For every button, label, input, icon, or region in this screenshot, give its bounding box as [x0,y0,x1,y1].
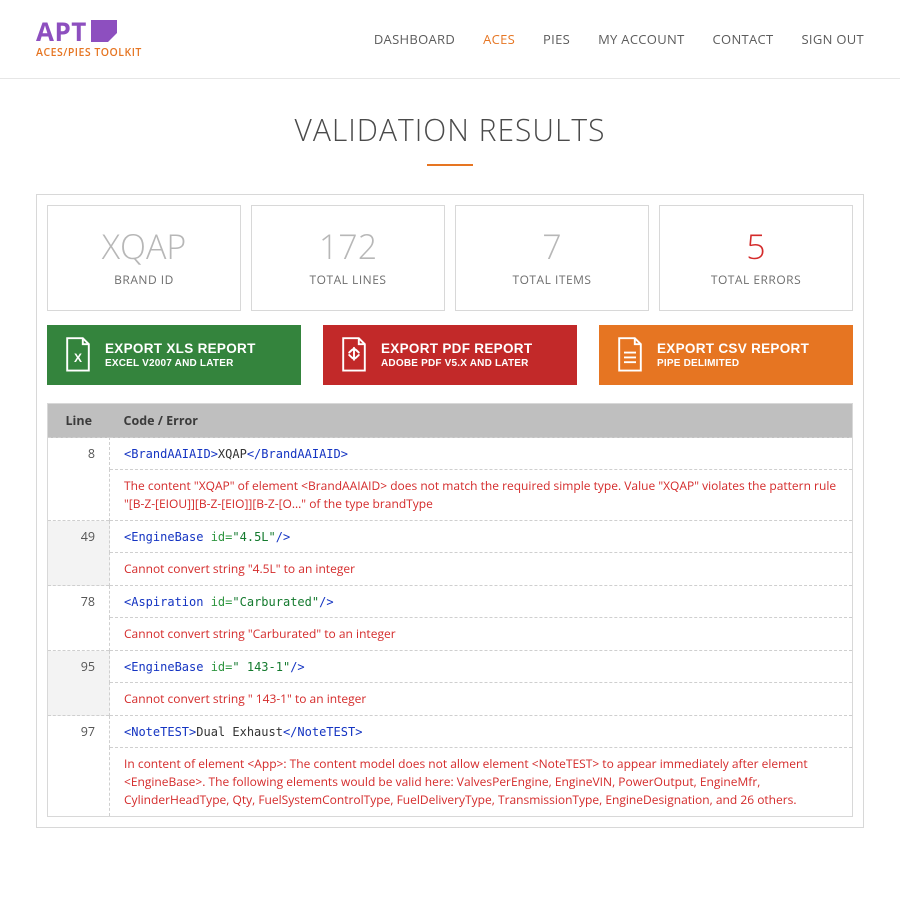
logo-subtitle: ACES/PIES TOOLKIT [36,46,142,60]
header: APT ACES/PIES TOOLKIT DASHBOARD ACES PIE… [0,0,900,79]
stat-value: 172 [260,228,436,265]
error-cell: Cannot convert string " 143-1" to an int… [110,683,853,716]
errors-table: Line Code / Error 8<BrandAAIAID>XQAP</Br… [47,403,853,817]
error-cell: In content of element <App>: The content… [110,748,853,817]
error-cell: Cannot convert string "Carburated" to an… [110,618,853,651]
table-row: The content "XQAP" of element <BrandAAIA… [48,470,853,521]
stat-label: TOTAL ITEMS [464,271,640,288]
error-cell: The content "XQAP" of element <BrandAAIA… [110,470,853,521]
table-row: 8<BrandAAIAID>XQAP</BrandAAIAID> [48,438,853,470]
table-row: Cannot convert string " 143-1" to an int… [48,683,853,716]
line-number: 49 [48,521,110,586]
nav-aces[interactable]: ACES [483,30,515,48]
export-row: X EXPORT XLS REPORT EXCEL V2007 AND LATE… [47,325,853,385]
logo-mark-icon [91,20,117,42]
col-line: Line [48,404,110,438]
code-cell: <BrandAAIAID>XQAP</BrandAAIAID> [110,438,853,470]
stat-label: BRAND ID [56,271,232,288]
stat-brand-id: XQAP BRAND ID [47,205,241,311]
svg-text:X: X [74,352,82,366]
logo-text: APT [36,18,87,44]
export-title: EXPORT CSV REPORT [657,341,809,356]
nav-sign-out[interactable]: SIGN OUT [801,30,864,48]
stat-total-errors: 5 TOTAL ERRORS [659,205,853,311]
stat-total-lines: 172 TOTAL LINES [251,205,445,311]
table-row: 49<EngineBase id="4.5L"/> [48,521,853,553]
logo[interactable]: APT ACES/PIES TOOLKIT [36,18,142,60]
line-number: 95 [48,651,110,716]
export-sub: EXCEL V2007 AND LATER [105,358,256,369]
stat-value: XQAP [56,228,232,265]
file-pdf-icon [339,337,369,373]
table-row: 78<Aspiration id="Carburated"/> [48,586,853,618]
table-row: Cannot convert string "Carburated" to an… [48,618,853,651]
nav-dashboard[interactable]: DASHBOARD [374,30,455,48]
export-sub: ADOBE PDF V5.X AND LATER [381,358,532,369]
results-panel: XQAP BRAND ID 172 TOTAL LINES 7 TOTAL IT… [36,194,864,828]
export-xls-button[interactable]: X EXPORT XLS REPORT EXCEL V2007 AND LATE… [47,325,301,385]
error-message: Cannot convert string "4.5L" to an integ… [124,560,838,578]
stat-value: 5 [668,228,844,265]
export-sub: PIPE DELIMITED [657,358,809,369]
stat-value: 7 [464,228,640,265]
error-cell: Cannot convert string "4.5L" to an integ… [110,553,853,586]
table-row: Cannot convert string "4.5L" to an integ… [48,553,853,586]
stats-row: XQAP BRAND ID 172 TOTAL LINES 7 TOTAL IT… [47,205,853,311]
page-title: VALIDATION RESULTS [36,109,864,150]
code-cell: <EngineBase id="4.5L"/> [110,521,853,553]
col-error: Code / Error [110,404,853,438]
export-pdf-button[interactable]: EXPORT PDF REPORT ADOBE PDF V5.X AND LAT… [323,325,577,385]
stat-label: TOTAL LINES [260,271,436,288]
page: VALIDATION RESULTS XQAP BRAND ID 172 TOT… [0,79,900,858]
line-number: 97 [48,716,110,817]
export-title: EXPORT PDF REPORT [381,341,532,356]
table-row: 97<NoteTEST>Dual Exhaust</NoteTEST> [48,716,853,748]
file-csv-icon [615,337,645,373]
error-message: Cannot convert string "Carburated" to an… [124,625,838,643]
code-cell: <NoteTEST>Dual Exhaust</NoteTEST> [110,716,853,748]
file-xls-icon: X [63,337,93,373]
export-csv-button[interactable]: EXPORT CSV REPORT PIPE DELIMITED [599,325,853,385]
error-message: In content of element <App>: The content… [124,755,838,809]
code-cell: <EngineBase id=" 143-1"/> [110,651,853,683]
nav-pies[interactable]: PIES [543,30,570,48]
main-nav: DASHBOARD ACES PIES MY ACCOUNT CONTACT S… [374,30,864,48]
code-cell: <Aspiration id="Carburated"/> [110,586,853,618]
line-number: 78 [48,586,110,651]
stat-total-items: 7 TOTAL ITEMS [455,205,649,311]
nav-my-account[interactable]: MY ACCOUNT [598,30,684,48]
stat-label: TOTAL ERRORS [668,271,844,288]
error-message: Cannot convert string " 143-1" to an int… [124,690,838,708]
title-underline [427,164,473,166]
line-number: 8 [48,438,110,521]
export-title: EXPORT XLS REPORT [105,341,256,356]
table-row: In content of element <App>: The content… [48,748,853,817]
table-row: 95<EngineBase id=" 143-1"/> [48,651,853,683]
error-message: The content "XQAP" of element <BrandAAIA… [124,477,838,513]
nav-contact[interactable]: CONTACT [713,30,774,48]
